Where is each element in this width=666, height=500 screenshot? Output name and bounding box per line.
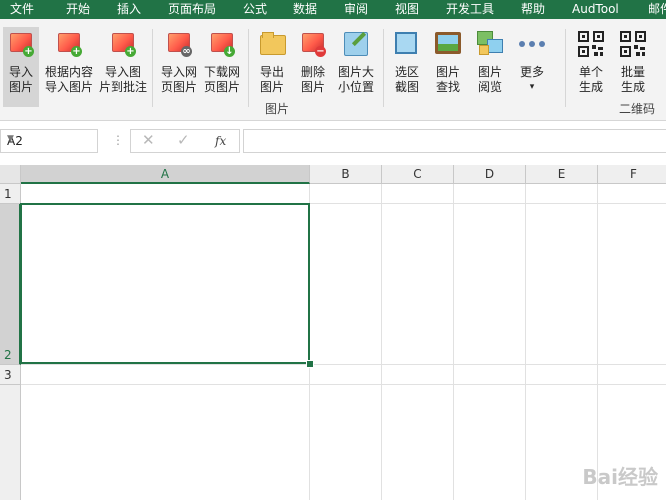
menu-developer[interactable]: 开发工具 bbox=[446, 0, 494, 19]
column-header-b[interactable]: B bbox=[310, 165, 382, 184]
menu-data[interactable]: 数据 bbox=[293, 0, 317, 19]
menu-mail[interactable]: 邮件 bbox=[648, 0, 666, 19]
download-web-picture-button[interactable]: ↓ 下载网 页图片 bbox=[201, 27, 243, 107]
export-picture-button[interactable]: 导出 图片 bbox=[254, 27, 290, 107]
delete-picture-button[interactable]: − 删除 图片 bbox=[295, 27, 331, 107]
menu-formulas[interactable]: 公式 bbox=[243, 0, 267, 19]
picture-browse-button[interactable]: 图片 阅览 bbox=[472, 27, 508, 107]
name-box[interactable]: A2 ▼ bbox=[0, 129, 98, 153]
picture-to-comment-button[interactable]: + 导入图 片到批注 bbox=[98, 27, 148, 107]
chevron-down-icon[interactable]: ▼ bbox=[7, 134, 91, 144]
group-label-pictures: 图片 bbox=[265, 102, 290, 116]
picture-find-button[interactable]: 图片 查找 bbox=[430, 27, 466, 107]
menu-file[interactable]: 文件 bbox=[10, 0, 34, 19]
column-header-c[interactable]: C bbox=[382, 165, 454, 184]
picture-size-position-button[interactable]: 图片大 小位置 bbox=[334, 27, 378, 107]
selection-screenshot-icon bbox=[394, 31, 420, 57]
menu-audtool[interactable]: AudTool bbox=[572, 0, 619, 19]
insert-by-content-button[interactable]: + 根据内容 导入图片 bbox=[42, 27, 96, 107]
row-header-3[interactable]: 3 bbox=[0, 365, 21, 385]
download-web-picture-icon: ↓ bbox=[209, 31, 235, 57]
picture-size-position-icon bbox=[343, 31, 369, 57]
picture-to-comment-icon: + bbox=[110, 31, 136, 57]
menu-bar: 文件 开始 插入 页面布局 公式 数据 审阅 视图 开发工具 帮助 AudToo… bbox=[0, 0, 666, 19]
active-cell-selection[interactable] bbox=[20, 203, 310, 364]
cancel-icon[interactable]: ✕ bbox=[142, 131, 155, 149]
group-label-qrcode: 二维码 bbox=[619, 102, 656, 116]
column-header-f[interactable]: F bbox=[598, 165, 666, 184]
qr-single-button[interactable]: 单个 生成 bbox=[572, 27, 610, 107]
web-picture-icon: ∞ bbox=[166, 31, 192, 57]
menu-home[interactable]: 开始 bbox=[66, 0, 90, 19]
insert-picture-button[interactable]: + 导入 图片 bbox=[3, 27, 39, 107]
row-header-2[interactable]: 2 bbox=[0, 204, 21, 365]
insert-by-content-icon: + bbox=[56, 31, 82, 57]
selection-screenshot-button[interactable]: 选区 截图 bbox=[389, 27, 425, 107]
menu-help[interactable]: 帮助 bbox=[521, 0, 545, 19]
grip-dots-icon: ⋮ bbox=[112, 133, 124, 147]
column-header-a[interactable]: A bbox=[21, 165, 310, 184]
more-button[interactable]: 更多 ▾ bbox=[514, 27, 550, 107]
column-header-e[interactable]: E bbox=[526, 165, 598, 184]
insert-function-icon[interactable]: fx bbox=[215, 134, 226, 148]
select-all-corner[interactable] bbox=[0, 165, 21, 184]
qr-batch-button[interactable]: 批量 生成 bbox=[614, 27, 652, 107]
menu-page-layout[interactable]: 页面布局 bbox=[168, 0, 216, 19]
menu-review[interactable]: 审阅 bbox=[344, 0, 368, 19]
column-header-d[interactable]: D bbox=[454, 165, 526, 184]
delete-picture-icon: − bbox=[300, 31, 326, 57]
qr-single-icon bbox=[578, 31, 604, 57]
insert-picture-icon: + bbox=[8, 31, 34, 57]
picture-browse-icon bbox=[477, 31, 503, 57]
web-picture-button[interactable]: ∞ 导入网 页图片 bbox=[158, 27, 200, 107]
menu-insert[interactable]: 插入 bbox=[117, 0, 141, 19]
enter-icon[interactable]: ✓ bbox=[177, 131, 190, 149]
row-header-1[interactable]: 1 bbox=[0, 184, 21, 204]
formula-input[interactable] bbox=[243, 129, 666, 153]
export-picture-icon bbox=[259, 31, 286, 57]
fill-handle[interactable] bbox=[306, 360, 314, 368]
row-header-empty bbox=[0, 385, 21, 500]
menu-view[interactable]: 视图 bbox=[395, 0, 419, 19]
more-dots-icon bbox=[519, 31, 545, 57]
watermark-logo: Bai经验 bbox=[582, 465, 658, 489]
picture-find-icon bbox=[435, 31, 461, 57]
formula-bar: A2 ▼ ⋮ ✕ ✓ fx bbox=[0, 126, 666, 156]
ribbon: + 导入 图片 + 根据内容 导入图片 + 导入图 片到批注 ∞ 导入网 页图片 ↓ 下… bbox=[0, 19, 666, 121]
qr-batch-icon bbox=[620, 31, 646, 57]
